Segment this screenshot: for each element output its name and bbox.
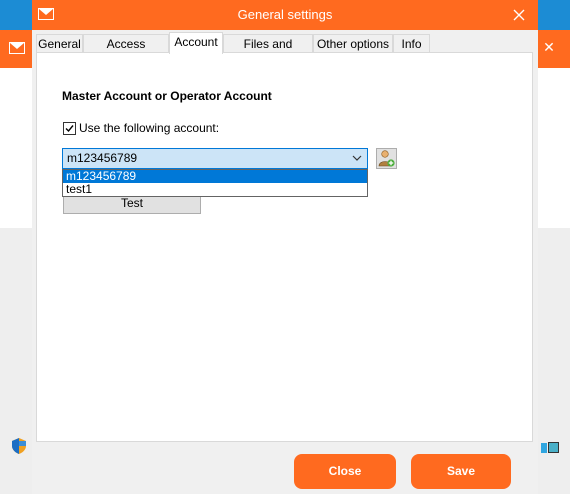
shield-icon: [12, 438, 26, 454]
account-select[interactable]: m123456789: [62, 148, 368, 169]
account-select-value: m123456789: [67, 151, 138, 165]
window-title: General settings: [237, 7, 333, 22]
background-app-right: [538, 0, 570, 494]
use-account-label: Use the following account:: [79, 121, 220, 135]
tab-info[interactable]: Info: [393, 34, 430, 53]
background-panel: [0, 68, 32, 228]
tab-other-options[interactable]: Other options: [313, 34, 393, 53]
background-close-icon: ✕: [543, 40, 555, 56]
background-header: [0, 30, 32, 68]
tab-files-and-folders[interactable]: Files and folders: [223, 34, 313, 69]
add-user-button[interactable]: [376, 148, 397, 169]
add-user-icon: [378, 150, 395, 167]
chevron-down-icon: [352, 155, 362, 161]
close-button[interactable]: Close: [294, 454, 396, 489]
tab-account[interactable]: Account: [169, 32, 223, 54]
background-panel-right: [538, 68, 570, 228]
save-button[interactable]: Save: [411, 454, 511, 489]
dropdown-option[interactable]: m123456789: [63, 170, 367, 183]
tab-access-account[interactable]: Access Account: [83, 34, 169, 69]
dropdown-option[interactable]: test1: [63, 183, 367, 196]
account-dropdown-list: m123456789 test1: [62, 169, 368, 197]
background-panel-lower: [0, 228, 32, 494]
section-title: Master Account or Operator Account: [62, 89, 272, 103]
background-checkbox-icon: [548, 442, 559, 453]
checkmark-icon: [65, 125, 74, 133]
close-icon[interactable]: [510, 6, 528, 24]
background-app-left: [0, 0, 32, 494]
account-panel: Master Account or Operator Account Use t…: [36, 52, 533, 442]
general-settings-dialog: General settings General Access Account …: [32, 0, 538, 494]
app-logo-icon: [9, 42, 25, 54]
background-panel-right-lower: [538, 228, 570, 494]
title-bar: General settings: [32, 0, 538, 30]
tab-general[interactable]: General: [36, 34, 83, 53]
background-indicator: [541, 443, 547, 453]
use-account-checkbox[interactable]: [63, 122, 76, 135]
